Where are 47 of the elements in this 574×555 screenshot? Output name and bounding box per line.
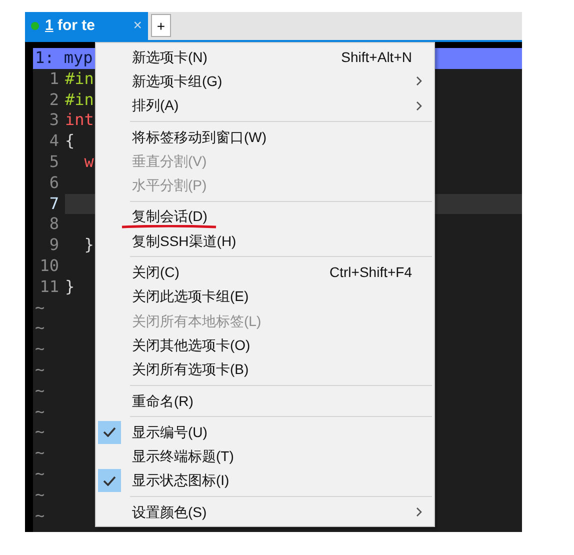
menu-item[interactable]: 重命名(R) — [96, 388, 434, 414]
empty-line-marker: ~ — [35, 318, 45, 340]
menu-item[interactable]: 关闭所有选项卡(B) — [96, 358, 434, 382]
menu-item[interactable]: 显示状态图标(I) — [96, 468, 434, 494]
empty-line-marker: ~ — [35, 360, 45, 381]
code-text: } — [65, 276, 75, 296]
menu-item[interactable]: 显示终端标题(T) — [96, 444, 434, 469]
empty-line-marker: ~ — [35, 422, 45, 444]
menu-item[interactable]: 新选项卡组(G) — [96, 69, 434, 94]
line-number: 4 — [48, 131, 60, 152]
menu-item[interactable]: 设置颜色(S) — [96, 500, 434, 524]
menu-item[interactable]: 复制会话(D) — [96, 204, 434, 230]
line-number: 9 — [48, 235, 60, 256]
line-number: 6 — [48, 172, 60, 194]
line-number: 8 — [48, 214, 60, 236]
menu-item[interactable]: 新选项卡(N) Shift+Alt+N — [96, 45, 434, 70]
line-number: 3 — [48, 110, 60, 132]
empty-line-marker: ~ — [35, 464, 45, 485]
empty-line-marker: ~ — [35, 506, 45, 526]
line-number: 7 — [48, 194, 60, 214]
line-number: 2 — [48, 90, 60, 110]
line-number: 10 — [38, 256, 60, 277]
line-number: 1 — [48, 68, 60, 90]
code-text: w — [83, 152, 94, 171]
menu-item[interactable]: 关闭(C) Ctrl+Shift+F4 — [96, 260, 434, 285]
menu-item[interactable]: 显示编号(U) — [96, 420, 434, 444]
add-tab-button[interactable]: + — [151, 14, 171, 37]
menu-item[interactable]: 排列(A) — [96, 94, 434, 118]
code-text: { — [65, 131, 75, 150]
menu-item[interactable]: 关闭此选项卡组(E) — [96, 284, 434, 309]
empty-line-marker: ~ — [35, 298, 45, 318]
empty-line-marker: ~ — [35, 443, 45, 464]
empty-line-marker: ~ — [35, 402, 45, 422]
code-text: #in — [65, 68, 94, 88]
terminal-tab[interactable]: 1 for te × — [25, 12, 148, 40]
line-number: 5 — [48, 152, 60, 173]
code-text: int — [65, 110, 94, 130]
empty-line-marker: ~ — [35, 484, 45, 506]
code-text: } — [83, 235, 94, 254]
code-text: #in — [65, 90, 94, 109]
menu-item[interactable]: 关闭其他选项卡(O) — [96, 333, 434, 358]
tab-title: 1 for te — [45, 16, 96, 36]
line-number: 11 — [38, 276, 60, 298]
empty-line-marker: ~ — [35, 339, 45, 360]
empty-line-marker: ~ — [35, 380, 45, 402]
menu-item[interactable]: 复制SSH渠道(H) — [96, 229, 434, 254]
menu-item[interactable]: 将标签移动到窗口(W) — [96, 124, 434, 150]
